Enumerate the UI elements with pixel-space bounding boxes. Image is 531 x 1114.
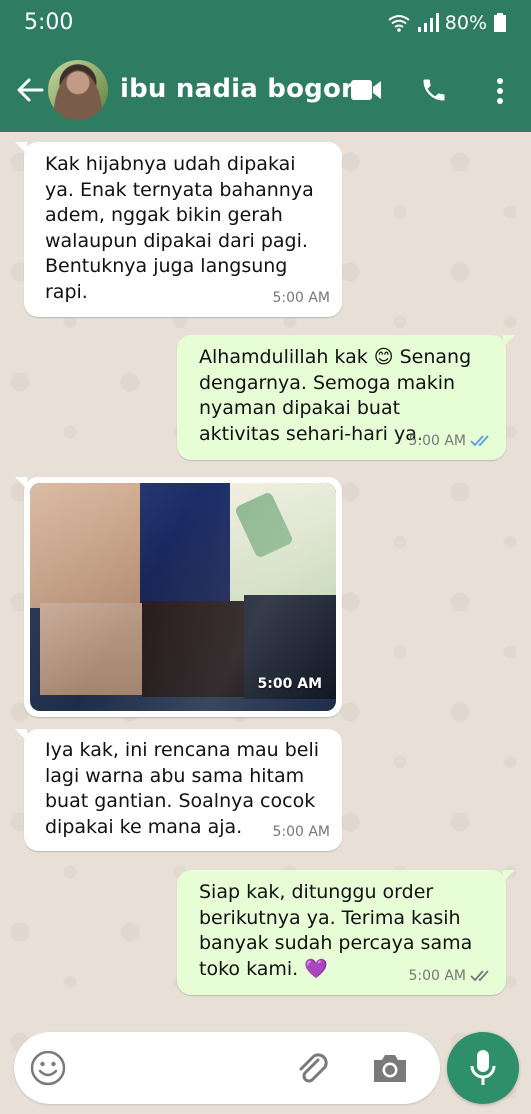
- message-incoming[interactable]: Iya kak, ini rencana mau beli lagi warna…: [15, 729, 342, 851]
- battery-percent: 80%: [444, 12, 487, 34]
- chat-header: ibu nadia bogor: [0, 48, 531, 132]
- attach-icon[interactable]: [292, 1048, 332, 1088]
- photo-time: 5:00 AM: [257, 675, 322, 692]
- wifi-icon: [388, 15, 410, 32]
- message-outgoing[interactable]: Alhamdulillah kak 😊 Senang dengarnya. Se…: [177, 335, 515, 460]
- contact-name[interactable]: ibu nadia bogor: [120, 74, 354, 104]
- camera-icon[interactable]: [370, 1050, 410, 1086]
- message-time: 5:00 AM: [272, 823, 330, 840]
- video-call-icon[interactable]: [350, 78, 382, 102]
- status-time: 5:00: [24, 10, 74, 35]
- message-meta: 5:00 AM: [272, 820, 330, 846]
- message-meta: 5:00 AM: [408, 964, 494, 990]
- message-incoming[interactable]: Kak hijabnya udah dipakai ya. Enak terny…: [15, 142, 342, 317]
- back-arrow-icon[interactable]: [14, 74, 46, 106]
- message-meta: 5:00 AM: [408, 429, 494, 455]
- read-ticks-icon: [470, 435, 489, 447]
- message-outgoing[interactable]: Siap kak, ditunggu order berikutnya ya. …: [177, 870, 515, 995]
- contact-avatar[interactable]: [48, 60, 108, 120]
- message-time: 5:00 AM: [272, 289, 330, 306]
- microphone-icon: [470, 1050, 496, 1085]
- message-time: 5:00 AM: [408, 432, 466, 449]
- photo-attachment[interactable]: 5:00 AM: [30, 483, 336, 711]
- message-text: Kak hijabnya udah dipakai ya. Enak terny…: [45, 153, 314, 303]
- delivered-ticks-icon: [470, 970, 489, 982]
- battery-icon: [494, 13, 506, 32]
- status-icons: 80%: [387, 12, 507, 34]
- message-time: 5:00 AM: [408, 967, 466, 984]
- voice-message-button[interactable]: [447, 1032, 519, 1104]
- message-meta: 5:00 AM: [272, 286, 330, 312]
- emoji-icon[interactable]: [30, 1050, 66, 1086]
- message-incoming-image[interactable]: 5:00 AM: [15, 477, 342, 717]
- more-options-icon[interactable]: [490, 76, 510, 106]
- signal-icon: [417, 13, 439, 32]
- phone-call-icon[interactable]: [420, 76, 448, 104]
- chat-area[interactable]: Kak hijabnya udah dipakai ya. Enak terny…: [0, 132, 531, 1114]
- message-composer[interactable]: [14, 1032, 440, 1104]
- status-bar: 5:00 80%: [0, 0, 531, 48]
